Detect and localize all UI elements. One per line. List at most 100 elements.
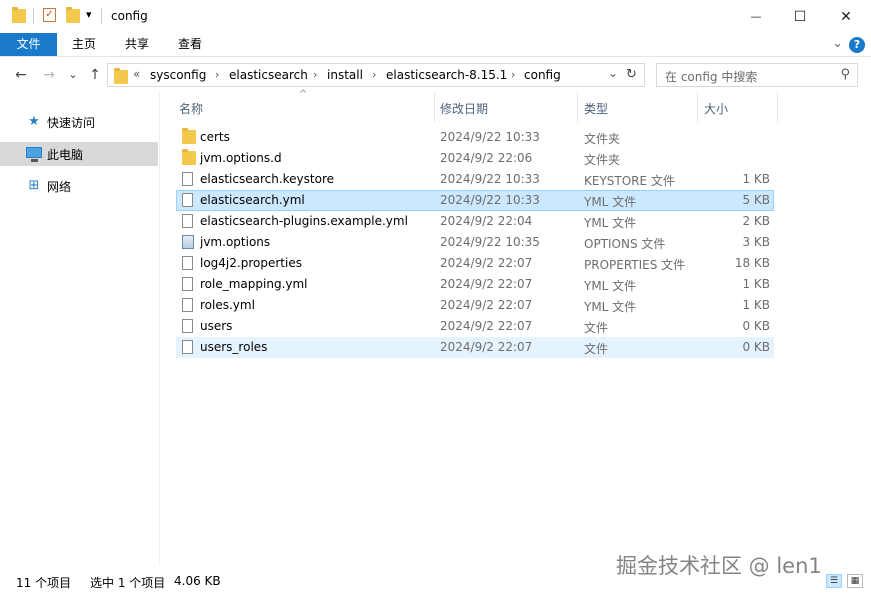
document-icon [182,172,193,186]
tab-file[interactable]: 文件 [0,33,57,56]
file-row-certs[interactable]: certs 2024/9/22 10:33 文件夹 [176,127,774,148]
file-size: 5 KB [742,193,770,207]
file-row-elasticsearch-keystore[interactable]: elasticsearch.keystore 2024/9/22 10:33 K… [176,169,774,190]
column-header-date[interactable]: 修改日期 [440,100,488,117]
recent-locations-icon[interactable]: ⌄ [64,66,82,84]
file-row-jvm-options-d[interactable]: jvm.options.d 2024/9/2 22:06 文件夹 [176,148,774,169]
file-row-elasticsearch-yml[interactable]: elasticsearch.yml 2024/9/22 10:33 YML 文件… [176,190,774,211]
column-divider[interactable] [697,92,698,122]
document-icon [182,193,193,207]
divider [33,8,34,24]
large-icons-view-icon[interactable]: ▦ [847,574,863,588]
sidebar-item-this-pc[interactable]: 此电脑 [0,142,158,166]
file-row-log4j2-properties[interactable]: log4j2.properties 2024/9/2 22:07 PROPERT… [176,253,774,274]
search-icon[interactable]: ⚲ [840,67,850,82]
breadcrumb-separator-icon[interactable]: › [511,68,515,81]
breadcrumb-separator-icon[interactable]: › [215,68,219,81]
file-size: 1 KB [742,172,770,186]
refresh-icon[interactable]: ↻ [626,67,637,82]
search-input[interactable]: 在 config 中搜索 ⚲ [656,63,858,87]
file-date: 2024/9/22 10:35 [440,235,540,249]
file-date: 2024/9/2 22:04 [440,214,533,228]
expand-ribbon-icon[interactable]: ⌄ [832,36,843,51]
overflow-chevron-icon[interactable]: « [133,67,140,81]
file-type: 文件 [584,342,609,356]
file-date: 2024/9/22 10:33 [440,172,540,186]
sidebar-item-quick-access[interactable]: ★ 快速访问 [0,110,158,134]
maximize-button[interactable]: ☐ [777,0,823,33]
customize-toolbar-dropdown-icon[interactable]: ▾ [86,8,92,21]
properties-icon[interactable]: ✓ [43,8,56,22]
address-dropdown-icon[interactable]: ⌄ [608,66,618,80]
file-name: jvm.options.d [200,151,282,165]
file-name: elasticsearch.yml [200,193,305,207]
close-button[interactable]: ✕ [823,0,869,33]
file-row-elasticsearch-plugins-example-yml[interactable]: elasticsearch-plugins.example.yml 2024/9… [176,211,774,232]
file-name: jvm.options [200,235,271,249]
breadcrumb-config[interactable]: config [524,68,561,82]
breadcrumb-elasticsearch[interactable]: elasticsearch [229,68,308,82]
selection-count: 选中 1 个项目 [90,576,166,590]
file-name: elasticsearch.keystore [200,172,334,186]
tab-share[interactable]: 共享 [113,33,161,56]
file-name: elasticsearch-plugins.example.yml [200,214,408,228]
column-header-name[interactable]: 名称 [179,100,203,117]
file-row-role-mapping-yml[interactable]: role_mapping.yml 2024/9/2 22:07 YML 文件 1… [176,274,774,295]
file-type: YML 文件 [584,300,637,314]
file-name: certs [200,130,230,144]
file-date: 2024/9/2 22:06 [440,151,533,165]
breadcrumb-install[interactable]: install [327,68,363,82]
file-name: log4j2.properties [200,256,302,270]
file-date: 2024/9/2 22:07 [440,319,533,333]
file-type: 文件夹 [584,153,621,167]
minimize-button[interactable]: — [733,0,779,33]
file-type: OPTIONS 文件 [584,237,666,251]
column-divider[interactable] [577,92,578,122]
forward-button[interactable]: → [40,66,58,84]
tab-view[interactable]: 查看 [166,33,214,56]
column-divider[interactable] [777,92,778,122]
address-bar[interactable]: « sysconfig › elasticsearch › install › … [107,63,645,87]
file-size: 1 KB [742,298,770,312]
details-view-icon[interactable]: ☰ [826,574,842,588]
file-size: 0 KB [742,319,770,333]
file-type: PROPERTIES 文件 [584,258,686,272]
file-row-jvm-options[interactable]: jvm.options 2024/9/22 10:35 OPTIONS 文件 3… [176,232,774,253]
sidebar-item-label: 快速访问 [47,116,96,130]
file-row-roles-yml[interactable]: roles.yml 2024/9/2 22:07 YML 文件 1 KB [176,295,774,316]
document-icon [182,298,193,312]
folder-icon [114,68,128,84]
help-icon[interactable]: ? [849,37,865,53]
file-row-users[interactable]: users 2024/9/2 22:07 文件 0 KB [176,316,774,337]
breadcrumb-elasticsearch-8-15-1[interactable]: elasticsearch-8.15.1 [386,68,507,82]
document-icon [182,214,193,228]
column-header-size[interactable]: 大小 [704,100,728,117]
file-type: YML 文件 [584,216,637,230]
navigation-pane: ★ 快速访问 此电脑 ⊞ 网络 [0,92,160,566]
item-count: 11 个项目 [16,576,72,590]
breadcrumb-separator-icon[interactable]: › [372,68,376,81]
folder-icon [12,7,26,23]
back-button[interactable]: ← [12,66,30,84]
breadcrumb-sysconfig[interactable]: sysconfig [150,68,206,82]
column-header-type[interactable]: 类型 [584,100,608,117]
column-divider[interactable] [434,92,435,122]
sidebar-item-network[interactable]: ⊞ 网络 [0,174,158,198]
tab-home[interactable]: 主页 [60,33,108,56]
divider [101,8,102,24]
file-size: 0 KB [742,340,770,354]
computer-icon [26,147,42,162]
search-placeholder: 在 config 中搜索 [665,70,758,84]
file-date: 2024/9/2 22:07 [440,256,533,270]
file-size: 2 KB [742,214,770,228]
file-date: 2024/9/2 22:07 [440,298,533,312]
file-row-users-roles[interactable]: users_roles 2024/9/2 22:07 文件 0 KB [176,337,774,358]
watermark: 掘金技术社区 @ len1 [616,554,822,578]
selection-size: 4.06 KB [174,574,221,588]
file-size: 1 KB [742,277,770,291]
up-button[interactable]: ↑ [86,66,104,84]
new-folder-icon[interactable] [66,7,80,23]
column-header-row: ^ 名称 修改日期 类型 大小 [161,89,871,122]
breadcrumb-separator-icon[interactable]: › [313,68,317,81]
document-icon [182,277,193,291]
